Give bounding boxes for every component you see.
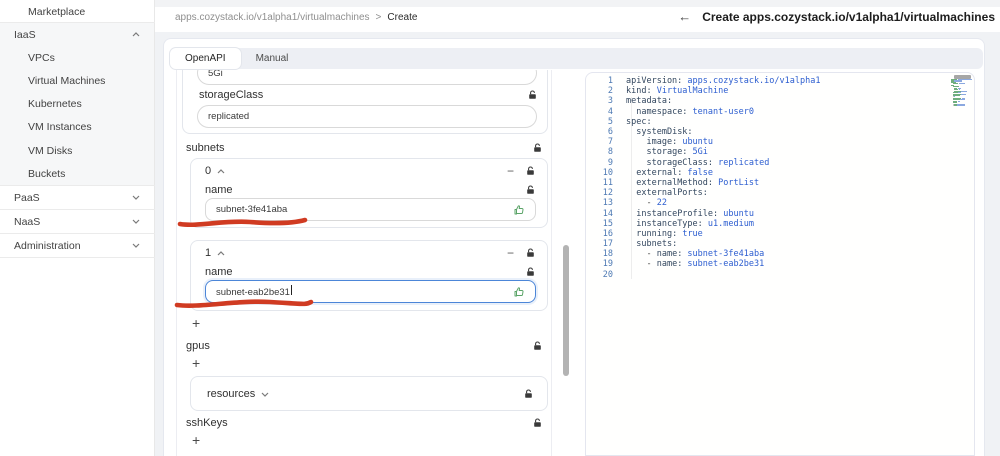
sidebar-item-vm-disks[interactable]: VM Disks bbox=[0, 139, 155, 162]
code-line: 16 running: true bbox=[602, 228, 703, 239]
subnet-0-toggle[interactable]: 0 bbox=[205, 165, 225, 177]
code-line: 6 systemDisk: bbox=[607, 127, 693, 138]
back-arrow-icon[interactable]: ← bbox=[678, 9, 691, 24]
subnet-0-name-label-row: name bbox=[205, 184, 535, 196]
sidebar-item-paas[interactable]: PaaS bbox=[0, 186, 155, 209]
thumbs-up-icon bbox=[513, 204, 525, 216]
form-scrollbar[interactable] bbox=[563, 245, 569, 376]
sidebar-item-buckets[interactable]: Buckets bbox=[0, 162, 155, 185]
breadcrumb: apps.cozystack.io/v1alpha1/virtualmachin… bbox=[175, 12, 417, 23]
code-line: 11 externalMethod: PortList bbox=[602, 177, 760, 188]
code-line: 1 apiVersion: apps.cozystack.io/v1alpha1 bbox=[607, 76, 821, 87]
code-line: 7 image: ubuntu bbox=[607, 137, 714, 148]
lock-icon[interactable] bbox=[526, 248, 535, 258]
code-line: 8 storage: 5Gi bbox=[607, 147, 708, 158]
add-sshkey-button[interactable]: + bbox=[192, 433, 200, 447]
app-window: Marketplace IaaS VPCs Virtual Machines K… bbox=[0, 0, 1000, 456]
lock-icon[interactable] bbox=[524, 389, 533, 399]
code-line: 18 - name: subnet-3fe41aba bbox=[602, 249, 765, 260]
lock-icon[interactable] bbox=[526, 185, 535, 195]
text-cursor bbox=[290, 285, 292, 295]
code-line: 9 storageClass: replicated bbox=[607, 157, 770, 168]
code-line: 19 - name: subnet-eab2be31 bbox=[602, 259, 765, 270]
code-line: 10 external: false bbox=[602, 167, 714, 178]
remove-subnet-0-button[interactable]: − bbox=[507, 165, 514, 177]
sidebar: Marketplace IaaS VPCs Virtual Machines K… bbox=[0, 0, 155, 456]
thumbs-up-icon bbox=[513, 286, 525, 298]
lock-icon[interactable] bbox=[526, 267, 535, 277]
chevron-down-icon bbox=[129, 219, 143, 224]
code-line: 15 instanceType: u1.medium bbox=[602, 218, 754, 229]
code-line: 13 - 22 bbox=[602, 198, 667, 209]
lock-icon[interactable] bbox=[533, 418, 542, 428]
breadcrumb-separator: > bbox=[375, 12, 382, 23]
code-line: 17 subnets: bbox=[602, 239, 678, 250]
code-lines: 1 apiVersion: apps.cozystack.io/v1alpha1 2… bbox=[586, 76, 974, 280]
lock-icon[interactable] bbox=[526, 166, 535, 176]
subnet-1-header: 1 − bbox=[205, 247, 535, 259]
page-title: Create apps.cozystack.io/v1alpha1/virtua… bbox=[702, 9, 995, 24]
code-line: 20 bbox=[602, 269, 613, 280]
page-header: ← Create apps.cozystack.io/v1alpha1/virt… bbox=[678, 9, 995, 24]
storage-class-input[interactable]: replicated bbox=[197, 105, 537, 128]
chevron-up-icon bbox=[129, 32, 143, 37]
sidebar-item-virtual-machines[interactable]: Virtual Machines bbox=[0, 69, 155, 92]
gpus-field-label-row: gpus bbox=[186, 340, 542, 352]
editor-minimap[interactable] bbox=[950, 75, 972, 109]
subnet-1-name-label-row: name bbox=[205, 266, 535, 278]
chevron-down-icon bbox=[129, 195, 143, 200]
add-gpu-button[interactable]: + bbox=[192, 356, 200, 370]
form-panel: 5Gi storageClass replicated subnets 0 − … bbox=[166, 70, 566, 456]
code-line: 2 kind: VirtualMachine bbox=[607, 86, 729, 97]
tab-manual[interactable]: Manual bbox=[241, 48, 304, 69]
code-line: 12 externalPorts: bbox=[602, 188, 708, 199]
subnets-field-label-row: subnets bbox=[186, 142, 542, 154]
breadcrumb-current: Create bbox=[387, 12, 418, 23]
sidebar-item-marketplace[interactable]: Marketplace bbox=[0, 0, 155, 23]
code-line: 3 metadata: bbox=[607, 96, 673, 107]
lock-icon[interactable] bbox=[533, 341, 542, 351]
minimap-slider[interactable] bbox=[954, 75, 971, 79]
subnet-0-header: 0 − bbox=[205, 165, 535, 177]
code-line: 4 namespace: tenant-user0 bbox=[607, 106, 754, 117]
storage-class-field-label-row: storageClass bbox=[199, 89, 537, 101]
tab-strip: OpenAPI Manual bbox=[170, 48, 983, 69]
breadcrumb-path[interactable]: apps.cozystack.io/v1alpha1/virtualmachin… bbox=[175, 12, 370, 23]
chevron-up-icon bbox=[217, 250, 225, 255]
sidebar-item-kubernetes[interactable]: Kubernetes bbox=[0, 92, 155, 115]
sidebar-item-vm-instances[interactable]: VM Instances bbox=[0, 115, 155, 138]
sidebar-item-iaas[interactable]: IaaS bbox=[0, 23, 155, 46]
code-line: 14 instanceProfile: ubuntu bbox=[602, 208, 754, 219]
system-disk-group: 5Gi storageClass replicated bbox=[182, 70, 548, 134]
chevron-down-icon bbox=[261, 392, 269, 397]
top-strip bbox=[155, 0, 1000, 7]
storage-input[interactable]: 5Gi bbox=[197, 70, 537, 85]
sshkeys-field-label-row: sshKeys bbox=[186, 417, 542, 429]
divider bbox=[0, 257, 155, 258]
add-subnet-button[interactable]: + bbox=[192, 316, 200, 330]
sidebar-item-administration[interactable]: Administration bbox=[0, 234, 155, 257]
subnet-item-1: 1 − name subnet-eab2be31 bbox=[190, 240, 548, 311]
code-line: 5 spec: bbox=[607, 116, 652, 127]
subnet-1-toggle[interactable]: 1 bbox=[205, 247, 225, 259]
chevron-down-icon bbox=[129, 243, 143, 248]
sidebar-item-naas[interactable]: NaaS bbox=[0, 210, 155, 233]
yaml-editor[interactable]: 1 apiVersion: apps.cozystack.io/v1alpha1 2… bbox=[585, 72, 975, 456]
sidebar-item-vpcs[interactable]: VPCs bbox=[0, 46, 155, 69]
lock-icon[interactable] bbox=[528, 90, 537, 100]
resources-group[interactable]: resources bbox=[190, 376, 548, 411]
tab-openapi[interactable]: OpenAPI bbox=[170, 48, 241, 69]
subnet-0-name-input[interactable]: subnet-3fe41aba bbox=[205, 198, 536, 221]
subnet-item-0: 0 − name subnet-3fe41aba bbox=[190, 158, 548, 228]
remove-subnet-1-button[interactable]: − bbox=[507, 247, 514, 259]
subnet-1-name-input[interactable]: subnet-eab2be31 bbox=[205, 280, 536, 303]
lock-icon[interactable] bbox=[533, 143, 542, 153]
chevron-up-icon bbox=[217, 168, 225, 173]
